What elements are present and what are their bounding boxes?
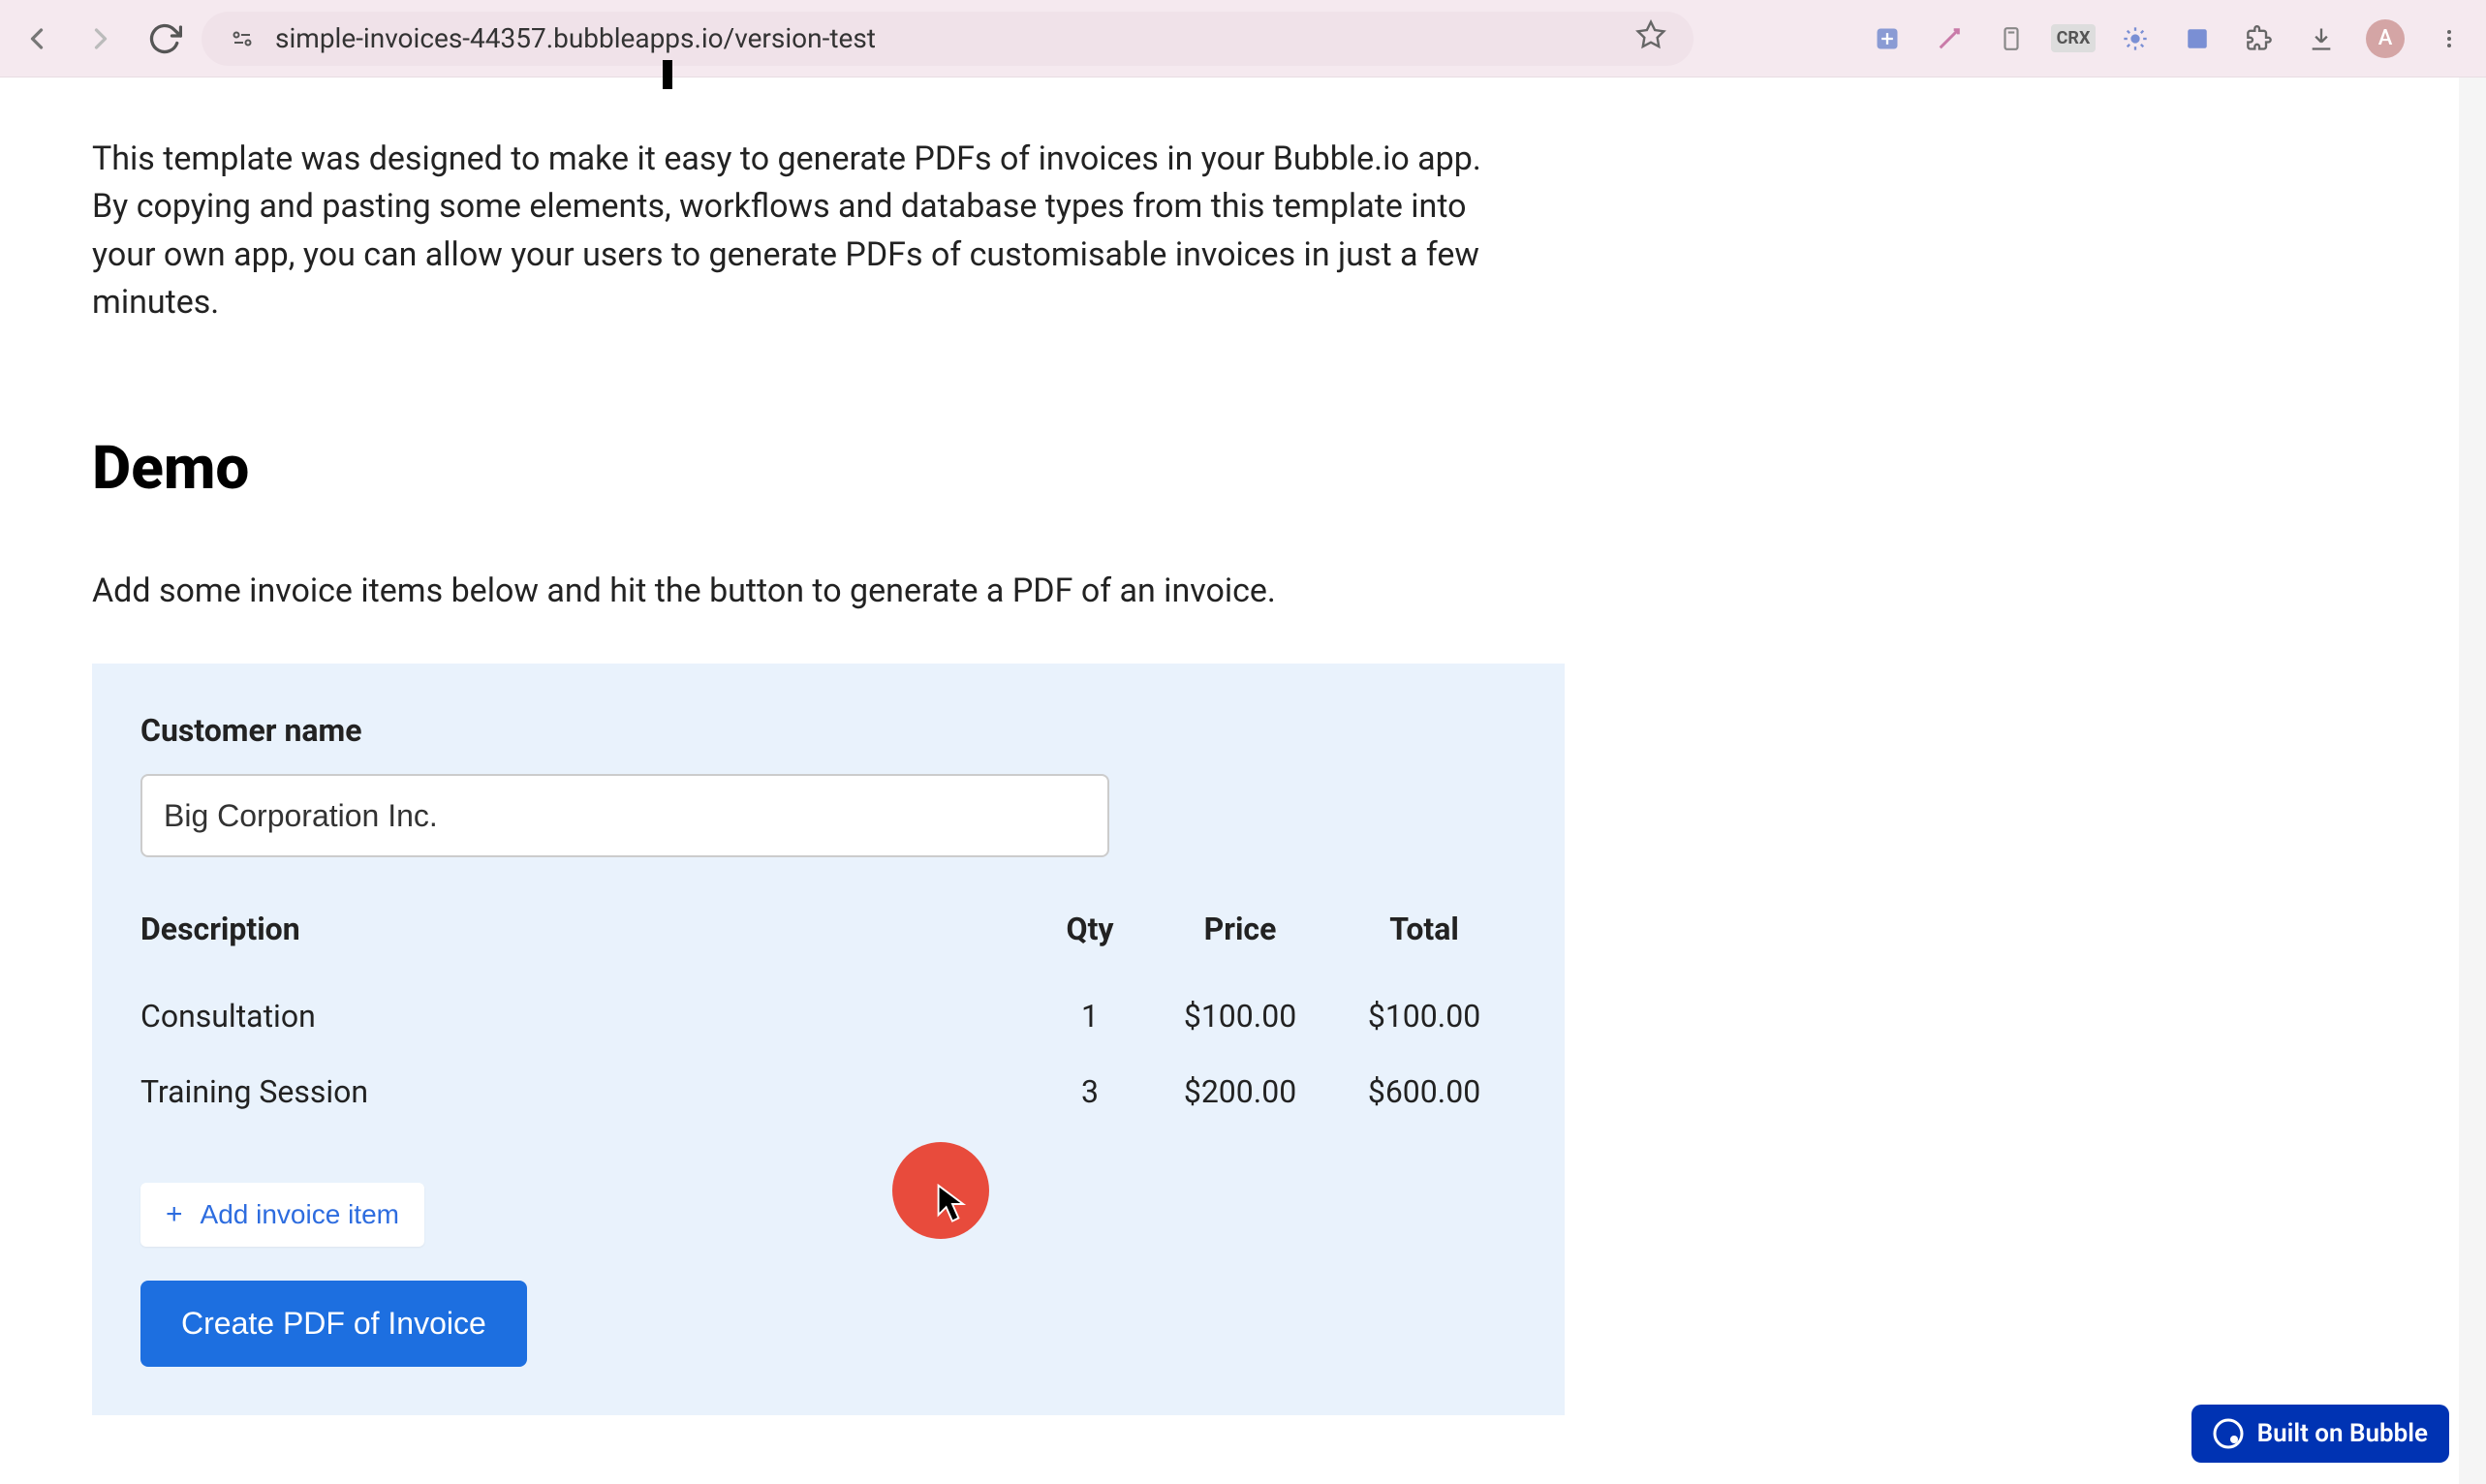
cell-price: $100.00 — [1148, 998, 1332, 1035]
crx-badge-icon[interactable]: CRX — [2056, 21, 2091, 56]
table-row[interactable]: Consultation 1 $100.00 $100.00 — [140, 978, 1516, 1054]
customer-name-input[interactable] — [140, 774, 1109, 857]
browser-chrome: simple-invoices-44357.bubbleapps.io/vers… — [0, 0, 2486, 77]
reload-button[interactable] — [147, 21, 182, 56]
url-text: simple-invoices-44357.bubbleapps.io/vers… — [275, 22, 1616, 54]
invoice-table: Description Qty Price Total Consultation… — [140, 911, 1516, 1129]
cell-description: Training Session — [140, 1073, 1032, 1110]
address-bar[interactable]: simple-invoices-44357.bubbleapps.io/vers… — [202, 12, 1694, 66]
built-on-bubble-badge[interactable]: Built on Bubble — [2191, 1405, 2449, 1463]
toolbar-right-icons: CRX A — [1870, 19, 2467, 58]
back-button[interactable] — [19, 21, 54, 56]
page-content: This template was designed to make it ea… — [0, 77, 1599, 1473]
header-description: Description — [140, 911, 1032, 947]
header-total: Total — [1332, 911, 1516, 947]
extension-icon-5[interactable] — [2180, 21, 2215, 56]
bookmark-star-icon[interactable] — [1635, 19, 1666, 58]
table-row[interactable]: Training Session 3 $200.00 $600.00 — [140, 1054, 1516, 1129]
customer-name-label: Customer name — [140, 712, 1516, 749]
cursor-arrow-icon — [937, 1184, 968, 1228]
menu-icon[interactable] — [2432, 21, 2467, 56]
header-qty: Qty — [1032, 911, 1148, 947]
table-header: Description Qty Price Total — [140, 911, 1516, 947]
cell-qty: 3 — [1032, 1073, 1148, 1110]
add-invoice-item-button[interactable]: + Add invoice item — [140, 1183, 424, 1247]
plus-icon: + — [166, 1198, 183, 1231]
add-item-label: Add invoice item — [201, 1199, 399, 1230]
extensions-puzzle-icon[interactable] — [2242, 21, 2277, 56]
site-settings-icon[interactable] — [229, 25, 256, 52]
header-price: Price — [1148, 911, 1332, 947]
create-pdf-button[interactable]: Create PDF of Invoice — [140, 1281, 527, 1367]
extension-icon-4[interactable] — [2118, 21, 2153, 56]
cell-description: Consultation — [140, 998, 1032, 1035]
profile-avatar[interactable]: A — [2366, 19, 2405, 58]
avatar-letter: A — [2378, 26, 2393, 50]
scroll-peek-element — [663, 60, 672, 89]
intro-paragraph: This template was designed to make it ea… — [92, 136, 1507, 326]
bubble-badge-label: Built on Bubble — [2257, 1419, 2428, 1448]
nav-buttons — [19, 21, 182, 56]
cell-total: $100.00 — [1332, 998, 1516, 1035]
bubble-logo-icon — [2213, 1418, 2244, 1449]
extension-icon-2[interactable] — [1932, 21, 1967, 56]
extension-icon-1[interactable] — [1870, 21, 1905, 56]
downloads-icon[interactable] — [2304, 21, 2339, 56]
forward-button[interactable] — [83, 21, 118, 56]
demo-subtext: Add some invoice items below and hit the… — [92, 572, 1507, 610]
demo-heading: Demo — [92, 433, 1507, 504]
invoice-card: Customer name Description Qty Price Tota… — [92, 664, 1565, 1415]
cell-qty: 1 — [1032, 998, 1148, 1035]
crx-label: CRX — [2051, 24, 2097, 52]
cell-price: $200.00 — [1148, 1073, 1332, 1110]
extension-icon-3[interactable] — [1994, 21, 2029, 56]
cell-total: $600.00 — [1332, 1073, 1516, 1110]
scrollbar[interactable] — [2459, 77, 2486, 1484]
